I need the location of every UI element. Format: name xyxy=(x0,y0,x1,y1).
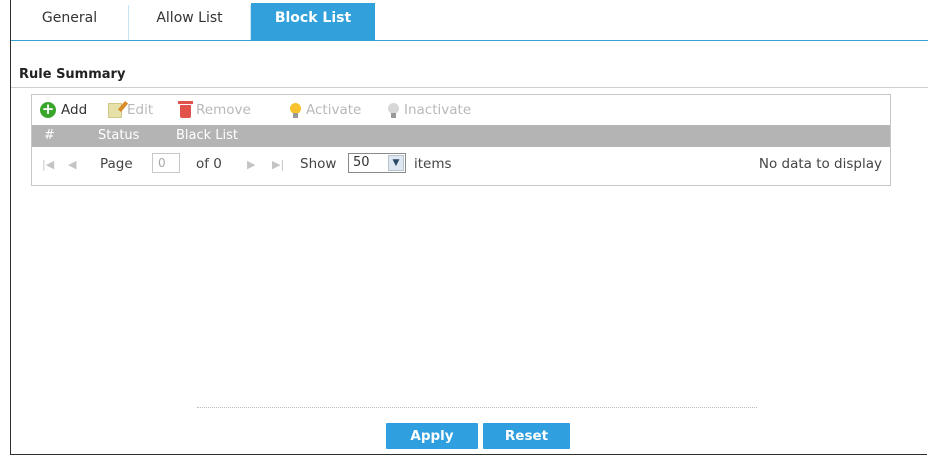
edit-label: Edit xyxy=(127,102,154,118)
column-header-black-list[interactable]: Black List xyxy=(176,125,238,147)
trash-icon xyxy=(178,101,193,118)
edit-button[interactable]: Edit xyxy=(108,100,153,120)
items-label: items xyxy=(414,156,452,172)
pagination-bar: |◀ ◀ Page 0 of 0 ▶ ▶| Show 50 ▼ items No… xyxy=(32,147,890,179)
add-label: Add xyxy=(61,102,88,118)
remove-label: Remove xyxy=(196,102,251,118)
inactivate-button[interactable]: Inactivate xyxy=(388,100,471,120)
items-per-page-select[interactable]: 50 ▼ xyxy=(348,153,406,173)
first-page-icon[interactable]: |◀ xyxy=(42,158,54,171)
chevron-down-icon[interactable]: ▼ xyxy=(388,155,404,171)
reset-button[interactable]: Reset xyxy=(483,423,570,449)
inactivate-label: Inactivate xyxy=(404,102,472,118)
add-button[interactable]: + Add xyxy=(40,100,87,120)
apply-button[interactable]: Apply xyxy=(386,423,478,449)
column-header-status[interactable]: Status xyxy=(98,125,139,147)
activate-label: Activate xyxy=(306,102,362,118)
previous-page-icon[interactable]: ◀ xyxy=(68,158,76,171)
activate-button[interactable]: Activate xyxy=(290,100,361,120)
section-title: Rule Summary xyxy=(19,67,126,82)
page-count-label: of 0 xyxy=(196,156,222,172)
page-number-input[interactable]: 0 xyxy=(152,153,180,173)
items-per-page-value: 50 xyxy=(353,155,370,170)
show-label: Show xyxy=(300,156,337,172)
grid-toolbar: + Add Edit Remove Activate Inactivate xyxy=(32,95,890,125)
lightbulb-off-icon xyxy=(388,102,399,118)
edit-icon xyxy=(108,102,122,118)
tab-bar: General Allow List Block List xyxy=(11,0,928,41)
tab-general[interactable]: General xyxy=(11,5,129,40)
remove-button[interactable]: Remove xyxy=(178,100,251,120)
table-header: # Status Black List xyxy=(32,125,890,147)
page-label: Page xyxy=(100,156,133,172)
tab-block-list[interactable]: Block List xyxy=(251,3,375,41)
rule-summary-grid: + Add Edit Remove Activate Inactivate # xyxy=(31,94,891,186)
column-header-number[interactable]: # xyxy=(44,125,55,147)
tab-allow-list[interactable]: Allow List xyxy=(129,5,251,40)
section-divider xyxy=(11,87,928,88)
empty-state-text: No data to display xyxy=(758,156,882,172)
lightbulb-on-icon xyxy=(290,102,301,118)
add-icon: + xyxy=(40,100,56,118)
footer-divider xyxy=(197,407,757,408)
last-page-icon[interactable]: ▶| xyxy=(272,158,284,171)
next-page-icon[interactable]: ▶ xyxy=(247,158,255,171)
main-frame: General Allow List Block List Rule Summa… xyxy=(10,0,928,455)
